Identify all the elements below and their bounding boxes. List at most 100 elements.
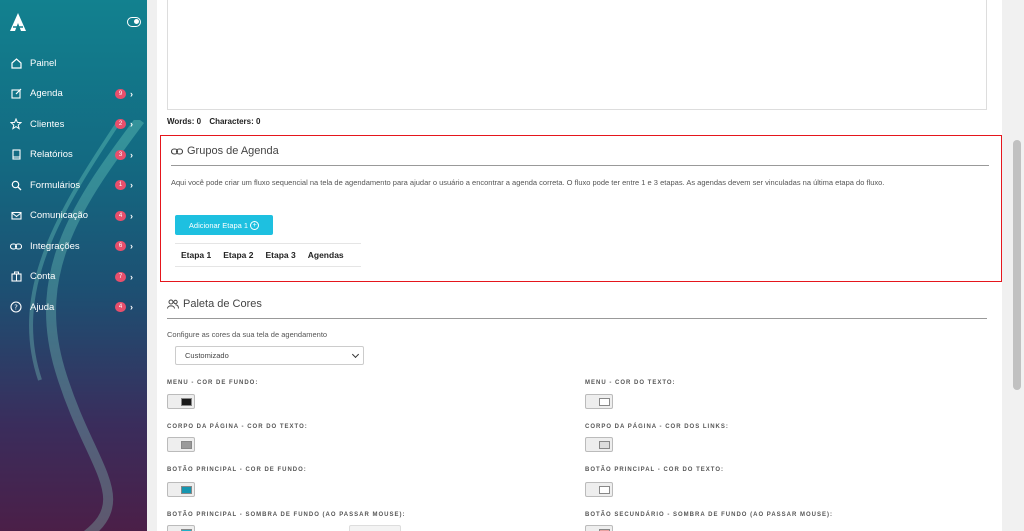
- chevron-right-icon: ›: [130, 119, 133, 130]
- chevron-right-icon: ›: [130, 180, 133, 191]
- color-field-label: MENU - COR DO TEXTO:: [585, 380, 676, 386]
- table-header: Etapa 1: [181, 250, 212, 260]
- color-picker[interactable]: [167, 482, 195, 497]
- chevron-right-icon: ›: [130, 149, 133, 160]
- palette-header: Paleta de Cores: [167, 298, 262, 310]
- color-input[interactable]: [349, 525, 401, 531]
- section-description: Aqui você pode criar um fluxo sequencial…: [171, 178, 885, 187]
- color-picker[interactable]: [167, 437, 195, 452]
- color-field-label: BOTÃO PRINCIPAL - SOMBRA DE FUNDO (AO PA…: [167, 512, 406, 518]
- chevron-right-icon: ›: [130, 302, 133, 313]
- scrollbar-thumb[interactable]: [1013, 140, 1021, 390]
- star-icon: [10, 118, 22, 130]
- color-picker[interactable]: [585, 394, 613, 409]
- color-swatch: [181, 441, 192, 449]
- sidebar-nav: Painel Agenda 9 › Clientes 2 › Relatório…: [0, 48, 147, 323]
- sidebar-item-label: Conta: [30, 271, 56, 283]
- color-swatch: [599, 398, 610, 406]
- search-icon: [10, 179, 22, 191]
- color-picker[interactable]: [167, 394, 195, 409]
- briefcase-icon: [10, 271, 22, 283]
- sidebar-item-label: Formulários: [30, 179, 81, 191]
- app-logo[interactable]: [9, 12, 27, 32]
- badge: 4: [115, 210, 126, 221]
- table-header: Agendas: [307, 250, 344, 260]
- sidebar: Painel Agenda 9 › Clientes 2 › Relatório…: [0, 0, 147, 531]
- sidebar-toggle-icon[interactable]: [127, 17, 141, 27]
- home-icon: [10, 57, 22, 69]
- badge: 9: [115, 88, 126, 99]
- svg-text:?: ?: [14, 304, 18, 312]
- color-field-label: BOTÃO PRINCIPAL - COR DE FUNDO:: [167, 467, 307, 473]
- book-icon: [10, 149, 22, 161]
- agenda-groups-section: Grupos de Agenda Aqui você pode criar um…: [160, 135, 1002, 282]
- color-field-label: CORPO DA PÁGINA - COR DO TEXTO:: [167, 424, 308, 430]
- color-swatch: [599, 441, 610, 449]
- sidebar-item-comunicacao[interactable]: Comunicação 4 ›: [0, 201, 147, 232]
- sidebar-item-label: Painel: [30, 57, 57, 69]
- badge: 2: [115, 119, 126, 130]
- users-icon: [167, 299, 179, 309]
- color-field-label: BOTÃO SECUNDÁRIO - SOMBRA DE FUNDO (AO P…: [585, 512, 833, 518]
- color-field-label: CORPO DA PÁGINA - COR DOS LINKS:: [585, 424, 729, 430]
- agenda-groups-header: Grupos de Agenda: [171, 145, 279, 157]
- sidebar-item-ajuda[interactable]: ? Ajuda 4 ›: [0, 292, 147, 323]
- main-content: Words: 0 Characters: 0 Grupos de Agenda …: [157, 0, 1002, 531]
- sidebar-item-integracoes[interactable]: Integrações 6 ›: [0, 231, 147, 262]
- page-scrollbar[interactable]: [1010, 0, 1024, 531]
- sidebar-item-label: Agenda: [30, 88, 63, 100]
- sidebar-item-formularios[interactable]: Formulários 1 ›: [0, 170, 147, 201]
- editor-counts: Words: 0 Characters: 0: [167, 117, 266, 126]
- color-picker[interactable]: [167, 525, 195, 531]
- add-step-label: Adicionar Etapa 1: [188, 220, 249, 230]
- sidebar-item-label: Clientes: [30, 118, 65, 130]
- edit-icon: [10, 88, 22, 100]
- table-header: Etapa 3: [265, 250, 296, 260]
- sidebar-item-relatorios[interactable]: Relatórios 3 ›: [0, 140, 147, 171]
- color-field-label: BOTÃO PRINCIPAL - COR DO TEXTO:: [585, 467, 725, 473]
- sidebar-item-label: Integrações: [30, 240, 80, 252]
- badge: 1: [115, 180, 126, 191]
- chevron-right-icon: ›: [130, 241, 133, 252]
- badge: 6: [115, 241, 126, 252]
- badge: 7: [115, 271, 126, 282]
- color-picker[interactable]: [585, 437, 613, 452]
- color-picker[interactable]: [585, 525, 613, 531]
- sidebar-item-painel[interactable]: Painel: [0, 48, 147, 79]
- color-swatch: [599, 486, 610, 494]
- badge: 3: [115, 149, 126, 160]
- mail-icon: [10, 210, 22, 222]
- badge: 4: [115, 302, 126, 313]
- section-divider: [167, 318, 987, 319]
- color-swatch: [181, 398, 192, 406]
- color-swatch: [181, 486, 192, 494]
- sidebar-item-label: Relatórios: [30, 149, 73, 161]
- select-value: Customizado: [185, 351, 229, 360]
- text-editor[interactable]: [167, 0, 987, 110]
- chevron-down-icon: [351, 350, 360, 359]
- character-count: Characters: 0: [209, 117, 261, 126]
- add-step-button[interactable]: Adicionar Etapa 1 +: [175, 215, 273, 235]
- sidebar-item-agenda[interactable]: Agenda 9 ›: [0, 79, 147, 110]
- sidebar-item-label: Ajuda: [30, 301, 55, 313]
- sidebar-item-clientes[interactable]: Clientes 2 ›: [0, 109, 147, 140]
- color-field-label: MENU - COR DE FUNDO:: [167, 380, 259, 386]
- steps-table: Etapa 1 Etapa 2 Etapa 3 Agendas: [175, 243, 361, 267]
- sidebar-item-conta[interactable]: Conta 7 ›: [0, 262, 147, 293]
- section-divider: [171, 165, 989, 166]
- table-header: Etapa 2: [223, 250, 254, 260]
- palette-config-label: Configure as cores da sua tela de agenda…: [167, 330, 328, 339]
- chevron-right-icon: ›: [130, 271, 133, 282]
- chevron-right-icon: ›: [130, 210, 133, 221]
- link-icon: [171, 147, 183, 155]
- palette-preset-select[interactable]: Customizado: [175, 346, 364, 365]
- link-icon: [10, 240, 22, 252]
- word-count: Words: 0: [167, 117, 202, 126]
- chevron-right-icon: ›: [130, 88, 133, 99]
- color-picker[interactable]: [585, 482, 613, 497]
- section-title: Grupos de Agenda: [187, 145, 279, 157]
- sidebar-item-label: Comunicação: [30, 210, 89, 222]
- plus-circle-icon: +: [250, 220, 260, 230]
- section-title: Paleta de Cores: [183, 298, 262, 310]
- help-icon: ?: [10, 301, 22, 313]
